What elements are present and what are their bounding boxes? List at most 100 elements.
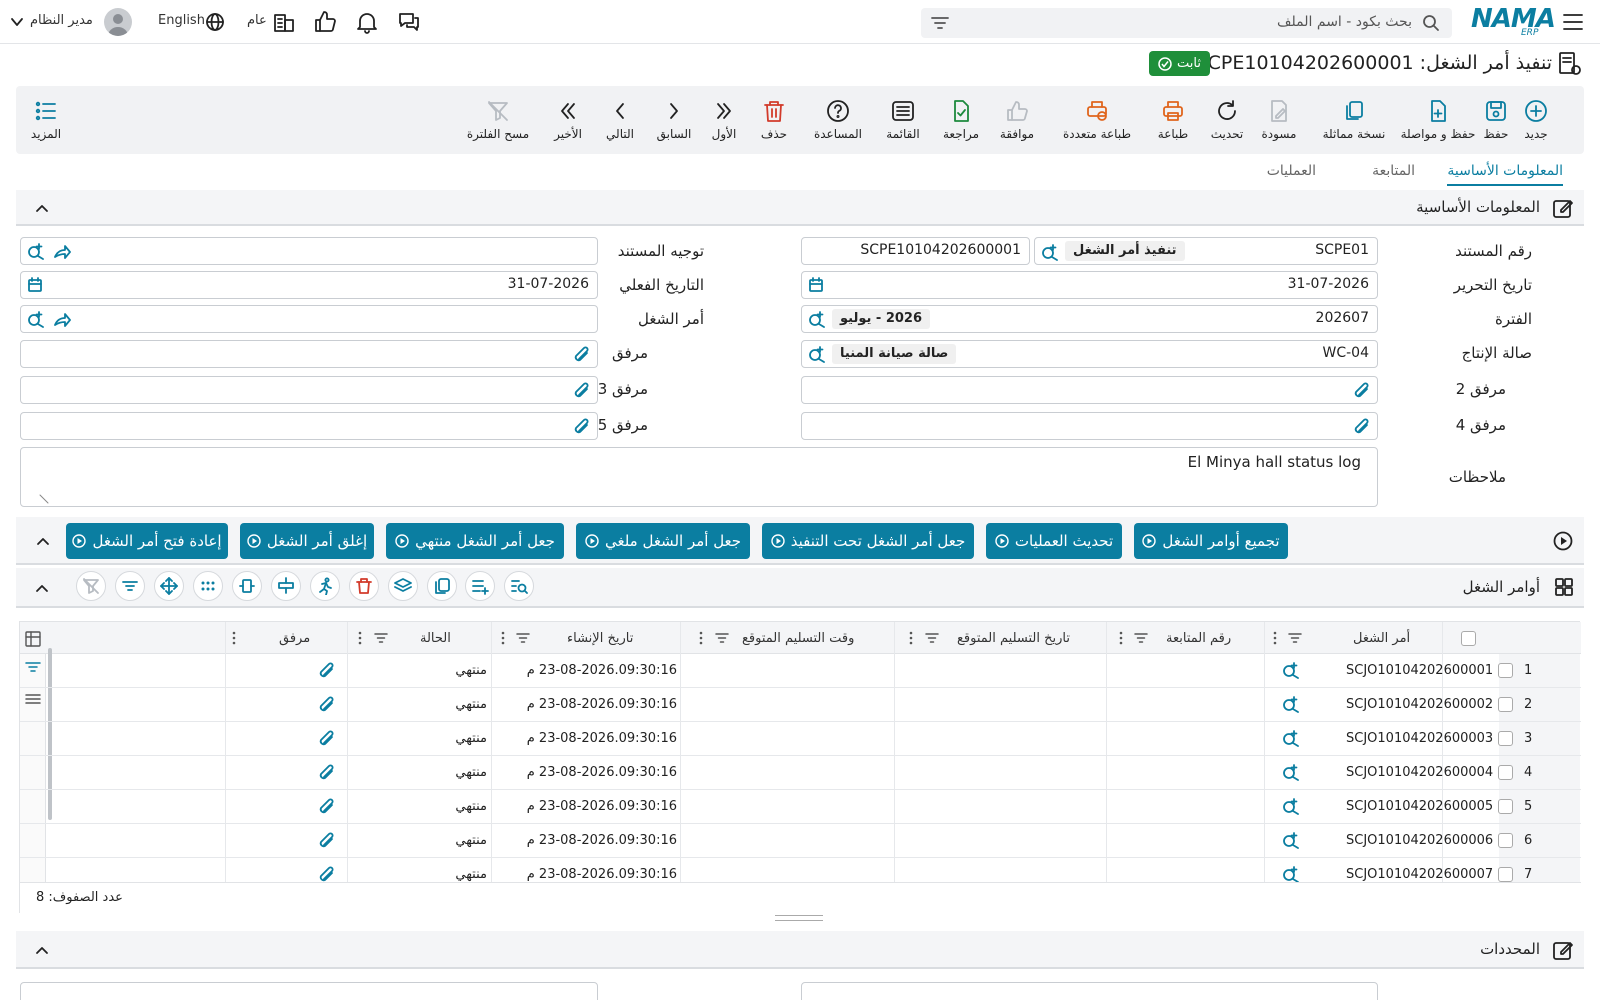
search-plus-icon[interactable] <box>1282 797 1300 815</box>
table-row[interactable]: 3 SCJO10104202600003 23-08-2026.09:30:16… <box>20 722 1581 756</box>
column-filter-icon[interactable] <box>374 632 388 644</box>
table-row[interactable]: 6 SCJO10104202600006 23-08-2026.09:30:16… <box>20 824 1581 858</box>
previous-button[interactable]: السابق <box>652 86 696 154</box>
work-order-field[interactable] <box>20 305 598 333</box>
search-plus-icon[interactable] <box>1282 729 1300 747</box>
doc-routing-field[interactable] <box>20 237 598 265</box>
period-field[interactable]: 202607 2026 - يوليو <box>801 305 1378 333</box>
paperclip-icon[interactable] <box>316 661 336 681</box>
col-header-status[interactable]: الحالة <box>420 622 451 654</box>
close-work-order-button[interactable]: إغلق أمر الشغل <box>240 523 374 559</box>
col-header-work-order[interactable]: أمر الشغل <box>1353 622 1410 654</box>
column-filter-icon[interactable] <box>925 632 939 644</box>
column-menu-icon[interactable] <box>501 631 505 645</box>
attachment-field[interactable] <box>20 340 598 368</box>
review-button[interactable]: مراجعة <box>936 86 986 154</box>
tab-operations[interactable]: العمليات <box>1267 163 1316 179</box>
grid-move-button[interactable] <box>154 571 184 601</box>
resize-splitter[interactable] <box>775 915 823 921</box>
search-plus-icon[interactable] <box>1041 243 1059 261</box>
paperclip-icon[interactable] <box>316 865 336 882</box>
column-filter-icon[interactable] <box>516 632 530 644</box>
edit-date-field[interactable]: 31-07-2026 <box>801 271 1378 299</box>
bell-icon[interactable] <box>354 9 380 35</box>
table-row[interactable]: 5 SCJO10104202600005 23-08-2026.09:30:16… <box>20 790 1581 824</box>
paperclip-icon[interactable] <box>1351 417 1371 437</box>
paperclip-icon[interactable] <box>316 695 336 715</box>
search-plus-icon[interactable] <box>1282 763 1300 781</box>
row-checkbox[interactable] <box>1498 697 1513 712</box>
dimensions-section-header[interactable]: المحددات <box>16 931 1584 969</box>
new-button[interactable]: جديد <box>1516 86 1556 154</box>
grid-apps-button[interactable] <box>193 571 223 601</box>
grid-delete-button[interactable] <box>349 571 379 601</box>
refresh-button[interactable]: تحديث <box>1204 86 1250 154</box>
partial-field[interactable] <box>20 982 598 1000</box>
production-hall-field[interactable]: WC-04 صالة صيانة المنيا <box>801 340 1378 368</box>
chevron-down-icon[interactable] <box>10 15 24 29</box>
column-menu-icon[interactable] <box>358 631 362 645</box>
menu-icon[interactable] <box>1562 12 1584 32</box>
filter-icon[interactable] <box>931 15 949 31</box>
search-plus-icon[interactable] <box>808 345 826 363</box>
table-layout-icon[interactable] <box>25 631 41 647</box>
grid-clear-filter-button[interactable] <box>76 571 106 601</box>
calendar-icon[interactable] <box>27 277 43 293</box>
doc-no-code-field[interactable]: SCPE01 تنفيذ أمر الشغل <box>1034 237 1378 265</box>
column-filter-icon[interactable] <box>715 632 729 644</box>
row-checkbox[interactable] <box>1498 799 1513 814</box>
paperclip-icon[interactable] <box>316 763 336 783</box>
table-row[interactable]: 4 SCJO10104202600004 23-08-2026.09:30:16… <box>20 756 1581 790</box>
globe-icon[interactable] <box>205 12 225 32</box>
thumbs-up-icon[interactable] <box>312 9 338 35</box>
col-header-attachment[interactable]: مرفق <box>279 622 310 654</box>
chevron-up-icon[interactable] <box>34 581 50 595</box>
search-plus-icon[interactable] <box>27 242 45 260</box>
basic-info-section-header[interactable]: المعلومات الأساسية <box>16 190 1584 226</box>
grid-fit-button[interactable] <box>232 571 262 601</box>
grid-add-rows-button[interactable] <box>465 571 495 601</box>
paperclip-icon[interactable] <box>571 381 591 401</box>
clear-filter-button[interactable]: مسح الفلترة <box>460 86 536 154</box>
col-header-expected-time[interactable]: وقت التسليم المتوقع <box>742 622 854 654</box>
approve-button[interactable]: موافقة <box>992 86 1042 154</box>
print-button[interactable]: طباعة <box>1150 86 1196 154</box>
attachment3-field[interactable] <box>20 376 598 404</box>
partial-field[interactable] <box>801 982 1378 1000</box>
next-button[interactable]: التالي <box>598 86 642 154</box>
paperclip-icon[interactable] <box>316 831 336 851</box>
avatar[interactable] <box>104 8 132 36</box>
column-menu-icon[interactable] <box>1119 631 1123 645</box>
paperclip-icon[interactable] <box>316 729 336 749</box>
building-icon[interactable] <box>271 9 297 35</box>
set-in-progress-button[interactable]: جعل أمر الشغل تحت التنفيذ <box>762 523 974 559</box>
grid-run-button[interactable] <box>310 571 340 601</box>
paperclip-icon[interactable] <box>316 797 336 817</box>
save-continue-button[interactable]: حفظ و مواصلة <box>1400 86 1476 154</box>
column-menu-icon[interactable] <box>232 631 236 645</box>
group-work-orders-button[interactable]: تجميع أوامر الشغل <box>1134 523 1288 559</box>
multi-print-button[interactable]: طباعة متعددة <box>1052 86 1142 154</box>
grid-insert-row-button[interactable] <box>271 571 301 601</box>
col-header-follow-no[interactable]: رقم المتابعة <box>1166 622 1231 654</box>
search-plus-icon[interactable] <box>27 310 45 328</box>
reopen-work-order-button[interactable]: إعادة فتح أمر الشغل <box>66 523 228 559</box>
help-button[interactable]: المساعدة <box>806 86 870 154</box>
play-circle-icon[interactable] <box>1553 531 1573 551</box>
table-row[interactable]: 2 SCJO10104202600002 23-08-2026.09:30:16… <box>20 688 1581 722</box>
grid-layers-button[interactable] <box>388 571 418 601</box>
paperclip-icon[interactable] <box>1351 381 1371 401</box>
table-row[interactable]: 1 SCJO10104202600001 23-08-2026.09:30:16… <box>20 654 1581 688</box>
row-checkbox[interactable] <box>1498 765 1513 780</box>
grid-copy-button[interactable] <box>427 571 457 601</box>
doc-no-value-field[interactable]: SCPE10104202600001 <box>801 237 1030 265</box>
document-settings-icon[interactable] <box>1556 50 1584 78</box>
paperclip-icon[interactable] <box>571 417 591 437</box>
column-menu-icon[interactable] <box>699 631 703 645</box>
set-finished-button[interactable]: جعل أمر الشغل منتهي <box>386 523 564 559</box>
search-box[interactable]: بحث بكود - اسم الملف <box>921 8 1452 38</box>
attachment4-field[interactable] <box>801 412 1378 440</box>
attachment5-field[interactable] <box>20 412 598 440</box>
row-checkbox[interactable] <box>1498 867 1513 882</box>
tab-basic-info[interactable]: المعلومات الأساسية <box>1447 163 1563 179</box>
